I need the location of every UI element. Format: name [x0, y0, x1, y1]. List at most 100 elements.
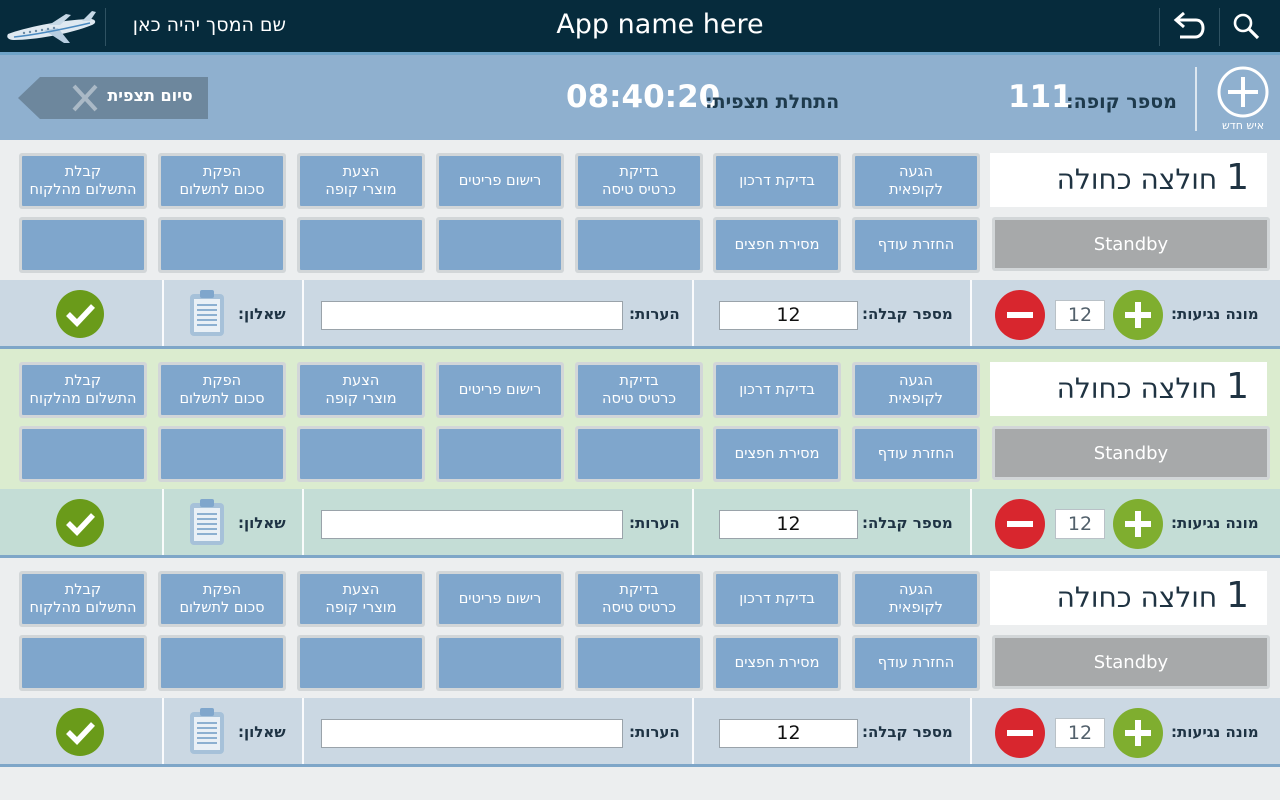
minus-icon[interactable] [994, 289, 1046, 341]
action-button[interactable]: בדיקת כרטיס טיסה [575, 571, 703, 627]
action-button[interactable]: החזרת עודף [852, 635, 980, 691]
action-button[interactable] [297, 635, 425, 691]
action-button-label: החזרת עודף [855, 429, 977, 479]
action-button-label: בדיקת כרטיס טיסה [578, 365, 700, 415]
action-button[interactable]: קבלת התשלום מהלקוח [19, 362, 147, 418]
action-button[interactable]: בדיקת דרכון [713, 571, 841, 627]
action-button[interactable] [436, 635, 564, 691]
control-row: מונה נגיעות: 12 מספר קבלה: 12 הערות: שאל… [0, 489, 1280, 555]
divider [692, 489, 694, 555]
minus-icon[interactable] [994, 498, 1046, 550]
notes-field[interactable] [321, 510, 623, 539]
checkmark-icon[interactable] [55, 289, 105, 339]
action-button[interactable]: הגעה לקופאית [852, 153, 980, 209]
action-button-label: הגעה לקופאית [855, 574, 977, 624]
divider [1159, 8, 1160, 46]
action-button[interactable]: בדיקת כרטיס טיסה [575, 362, 703, 418]
action-button[interactable] [297, 426, 425, 482]
action-button[interactable]: הגעה לקופאית [852, 571, 980, 627]
action-button[interactable] [19, 426, 147, 482]
clipboard-icon[interactable] [187, 288, 227, 338]
checkmark-icon[interactable] [55, 498, 105, 548]
end-observation-button[interactable]: סיום תצפית [18, 77, 208, 119]
standby-button[interactable]: Standby [992, 217, 1270, 271]
plus-icon[interactable] [1112, 289, 1164, 341]
action-button[interactable]: החזרת עודף [852, 426, 980, 482]
observation-section: קבלת התשלום מהלקוח הפקת סכום לתשלום הצעת מ… [0, 558, 1280, 767]
action-button[interactable] [436, 426, 564, 482]
action-button[interactable] [297, 217, 425, 273]
notes-field[interactable] [321, 719, 623, 748]
action-button[interactable]: החזרת עודף [852, 217, 980, 273]
action-button[interactable]: מסירת חפצים [713, 635, 841, 691]
clipboard-icon[interactable] [187, 497, 227, 547]
new-person-button[interactable]: איש חדש [1214, 63, 1272, 137]
action-button-label: בדיקת דרכון [716, 365, 838, 415]
action-button[interactable]: בדיקת דרכון [713, 153, 841, 209]
receipt-number-field[interactable]: 12 [719, 301, 858, 330]
action-button[interactable] [19, 635, 147, 691]
divider [970, 280, 972, 346]
standby-button[interactable]: Standby [992, 426, 1270, 480]
divider [105, 8, 106, 46]
checkmark-icon[interactable] [55, 707, 105, 757]
subject-name-box: 1 חולצה כחולה [990, 571, 1267, 625]
receipt-number-field[interactable]: 12 [719, 719, 858, 748]
action-button[interactable]: בדיקת דרכון [713, 362, 841, 418]
action-button-area: קבלת התשלום מהלקוח הפקת סכום לתשלום הצעת מ… [0, 349, 1280, 489]
action-button[interactable]: בדיקת כרטיס טיסה [575, 153, 703, 209]
action-button-label: בדיקת כרטיס טיסה [578, 156, 700, 206]
action-button-label [300, 429, 422, 479]
action-button[interactable] [158, 217, 286, 273]
info-bar: סיום תצפית 08:40:20 התחלת תצפית: 111 מספ… [0, 55, 1280, 140]
action-button[interactable]: רישום פריטים [436, 153, 564, 209]
receipt-number-label: מספר קבלה: [862, 514, 953, 532]
plus-icon[interactable] [1112, 498, 1164, 550]
top-bar: שם המסך יהיה כאן App name here [0, 0, 1280, 52]
plus-icon[interactable] [1112, 707, 1164, 759]
action-button-label: החזרת עודף [855, 220, 977, 270]
action-button-label [578, 638, 700, 688]
action-button-label [578, 429, 700, 479]
action-button-label: קבלת התשלום מהלקוח [22, 574, 144, 624]
screen-title: שם המסך יהיה כאן [132, 14, 286, 36]
action-button[interactable]: הצעת מוצרי קופה [297, 153, 425, 209]
minus-icon[interactable] [994, 707, 1046, 759]
control-row: מונה נגיעות: 12 מספר קבלה: 12 הערות: שאל… [0, 280, 1280, 346]
action-button[interactable] [575, 426, 703, 482]
action-button[interactable]: רישום פריטים [436, 571, 564, 627]
questionnaire-label: שאלון: [238, 723, 286, 741]
touch-counter-value: 12 [1055, 509, 1105, 539]
subject-name: חולצה כחולה [1056, 581, 1218, 614]
action-button[interactable]: הפקת סכום לתשלום [158, 362, 286, 418]
notes-field[interactable] [321, 301, 623, 330]
undo-arrow-icon[interactable] [1168, 6, 1208, 46]
subject-number: 1 [1226, 575, 1249, 616]
action-button[interactable]: הצעת מוצרי קופה [297, 362, 425, 418]
action-button[interactable]: קבלת התשלום מהלקוח [19, 571, 147, 627]
subject-name-box: 1 חולצה כחולה [990, 153, 1267, 207]
action-button[interactable]: הגעה לקופאית [852, 362, 980, 418]
action-button[interactable]: רישום פריטים [436, 362, 564, 418]
action-button[interactable] [436, 217, 564, 273]
divider [162, 280, 164, 346]
action-button-label [439, 638, 561, 688]
divider [302, 698, 304, 764]
action-button[interactable] [575, 217, 703, 273]
clipboard-icon[interactable] [187, 706, 227, 756]
search-icon[interactable] [1228, 6, 1268, 46]
action-button[interactable]: קבלת התשלום מהלקוח [19, 153, 147, 209]
action-button[interactable]: הצעת מוצרי קופה [297, 571, 425, 627]
action-button[interactable] [158, 426, 286, 482]
action-button[interactable]: מסירת חפצים [713, 217, 841, 273]
action-button[interactable]: הפקת סכום לתשלום [158, 571, 286, 627]
standby-button[interactable]: Standby [992, 635, 1270, 689]
start-time-label: התחלת תצפית: [705, 91, 840, 113]
action-button[interactable]: הפקת סכום לתשלום [158, 153, 286, 209]
receipt-number-field[interactable]: 12 [719, 510, 858, 539]
action-button[interactable] [575, 635, 703, 691]
action-button[interactable] [158, 635, 286, 691]
action-button[interactable]: מסירת חפצים [713, 426, 841, 482]
action-button[interactable] [19, 217, 147, 273]
action-button-label: הצעת מוצרי קופה [300, 365, 422, 415]
